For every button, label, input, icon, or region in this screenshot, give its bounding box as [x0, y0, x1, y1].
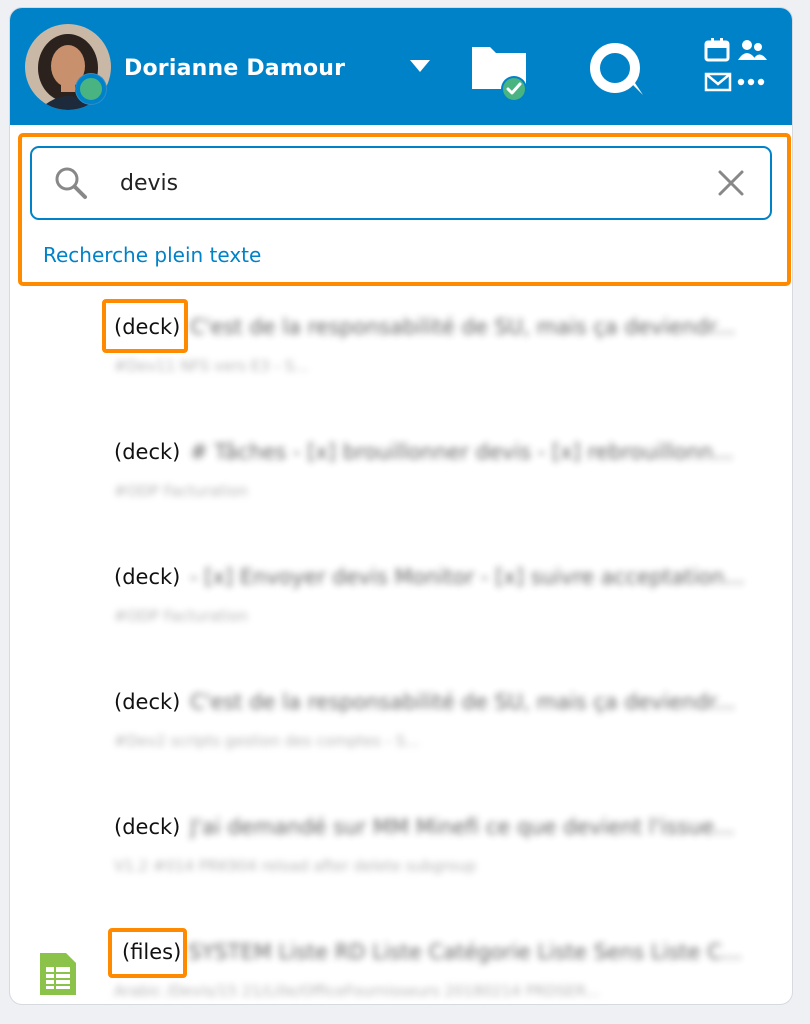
result-title: SYSTEM Liste RD Liste Catégorie Liste Se…: [188, 940, 742, 964]
calendar-contacts-mail-icon[interactable]: [703, 36, 769, 96]
result-title: C'est de la responsabilité de SU, mais ç…: [190, 315, 736, 339]
chevron-down-icon[interactable]: [410, 60, 430, 72]
online-status-icon: [76, 74, 106, 104]
search-input[interactable]: [120, 166, 680, 200]
unified-search-panel: Dorianne Damour devis Recherche plein te…: [10, 8, 792, 1004]
search-result[interactable]: (deck) C'est de la responsabilité de SU,…: [10, 668, 792, 778]
result-title: - [x] Envoyer devis Monitor - [x] suivre…: [190, 565, 745, 589]
files-synced-folder-icon[interactable]: [470, 41, 530, 101]
fulltext-search-link[interactable]: Recherche plein texte: [43, 243, 261, 267]
search-result[interactable]: (deck) J'ai demandé sur MM Minefi ce que…: [10, 793, 792, 903]
result-subtitle: #ODP Facturation: [114, 482, 248, 500]
result-type: (deck): [114, 690, 181, 714]
result-title: C'est de la responsabilité de SU, mais ç…: [190, 690, 736, 714]
search-field[interactable]: [30, 146, 772, 220]
result-subtitle: #ODP Facturation: [114, 607, 248, 625]
talk-icon[interactable]: [587, 39, 647, 99]
result-type: (deck): [114, 565, 181, 589]
files-type-highlight: [108, 928, 187, 978]
user-name[interactable]: Dorianne Damour: [124, 56, 345, 81]
result-type: (deck): [114, 440, 181, 464]
search-result[interactable]: (deck) - [x] Envoyer devis Monitor - [x]…: [10, 543, 792, 653]
spreadsheet-icon: [40, 953, 76, 995]
search-icon: [55, 167, 87, 199]
result-subtitle: V1.2 #014 PRK904 reload after delete sub…: [114, 857, 477, 875]
search-result[interactable]: (deck) # Tâches - [x] brouillonner devis…: [10, 418, 792, 528]
app-header: Dorianne Damour: [10, 8, 792, 125]
result-title: J'ai demandé sur MM Minefi ce que devien…: [190, 815, 735, 839]
close-icon[interactable]: [716, 168, 746, 198]
result-subtitle: #Dev11 NFS vers E3 - S...: [114, 357, 309, 375]
result-type: (deck): [114, 815, 181, 839]
result-title: # Tâches - [x] brouillonner devis - [x] …: [190, 440, 734, 464]
result-subtitle: #Dev2 scripts gestion des comptes - S...: [114, 732, 420, 750]
deck-type-highlight: [102, 299, 188, 353]
result-subtitle: Arabic /Devis/15 21/Lille/OfficeFourniss…: [114, 982, 600, 1000]
